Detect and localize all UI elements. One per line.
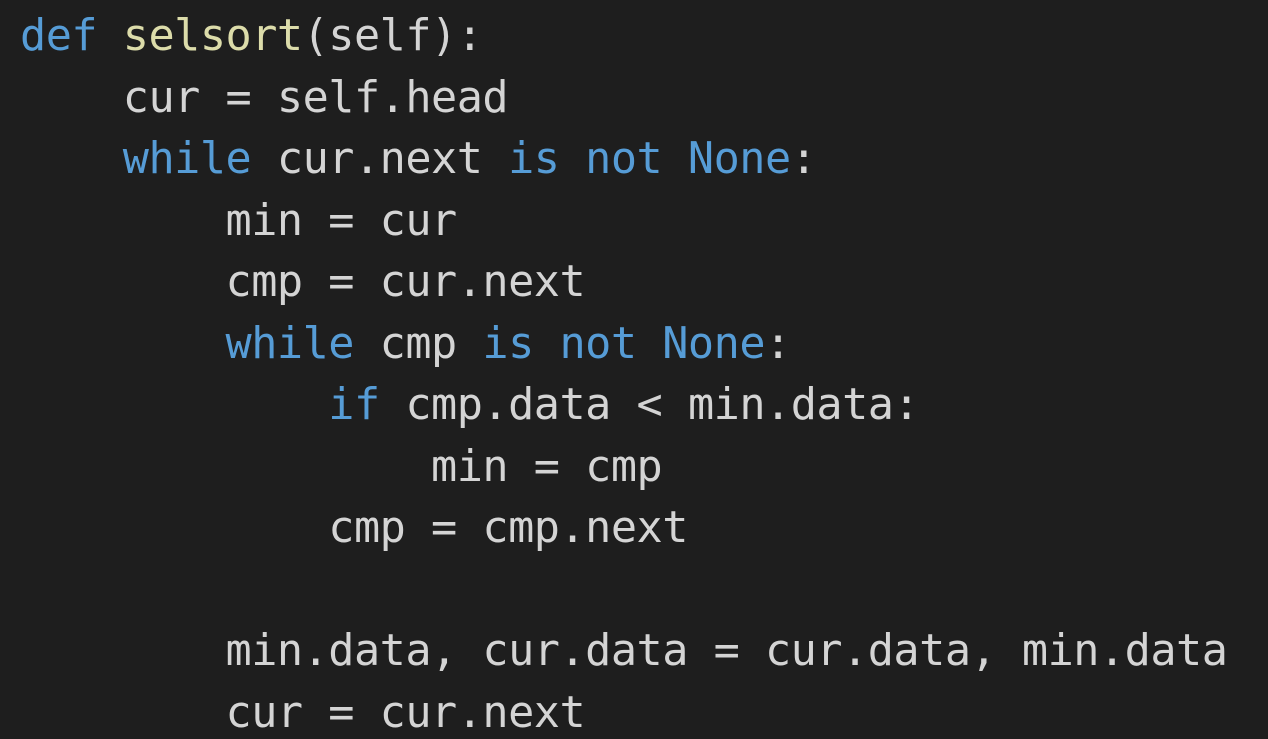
code-token-text: cmp bbox=[379, 318, 483, 369]
code-token-text: cur = cur.next bbox=[225, 687, 586, 738]
code-token-text: cmp = cmp.next bbox=[328, 503, 688, 553]
code-token-text: (self): bbox=[302, 11, 483, 61]
code-line: if cmp.data < min.data: bbox=[20, 373, 919, 437]
code-line: min.data, cur.data = cur.data, min.data bbox=[20, 619, 1228, 683]
code-token-text: cmp = cur.next bbox=[225, 257, 586, 307]
code-token-text: : bbox=[790, 134, 817, 184]
code-token-text: min = cmp bbox=[431, 441, 663, 492]
code-line: while cur.next is not None: bbox=[20, 127, 817, 191]
code-line: min = cmp bbox=[20, 435, 663, 499]
code-token-keyword: while bbox=[225, 318, 380, 369]
code-token-keyword: while bbox=[122, 134, 277, 184]
code-token-keyword: is not None bbox=[482, 318, 766, 369]
code-token-keyword: def bbox=[20, 11, 123, 61]
code-token-text: min.data, cur.data = cur.data, min.data bbox=[225, 626, 1228, 676]
code-line: cmp = cur.next bbox=[20, 250, 586, 314]
code-editor[interactable]: def selsort(self): cur = self.head while… bbox=[0, 0, 1268, 739]
code-line: cur = cur.next bbox=[20, 681, 586, 739]
code-line: def selsort(self): bbox=[20, 4, 483, 68]
code-token-text: cur = self.head bbox=[122, 72, 509, 123]
code-token-function-name: selsort bbox=[122, 11, 303, 61]
code-token-text: cur.next bbox=[276, 134, 509, 184]
code-line: cur = self.head bbox=[20, 66, 509, 130]
code-token-text: : bbox=[765, 318, 791, 369]
code-token-text: cmp.data < min.data: bbox=[405, 380, 920, 430]
code-line: cmp = cmp.next bbox=[20, 496, 688, 560]
code-line: min = cur bbox=[20, 189, 458, 253]
code-token-text: min = cur bbox=[225, 195, 458, 246]
code-token-keyword: if bbox=[328, 380, 406, 430]
code-line: while cmp is not None: bbox=[20, 312, 792, 376]
code-token-keyword: is not None bbox=[508, 134, 791, 184]
